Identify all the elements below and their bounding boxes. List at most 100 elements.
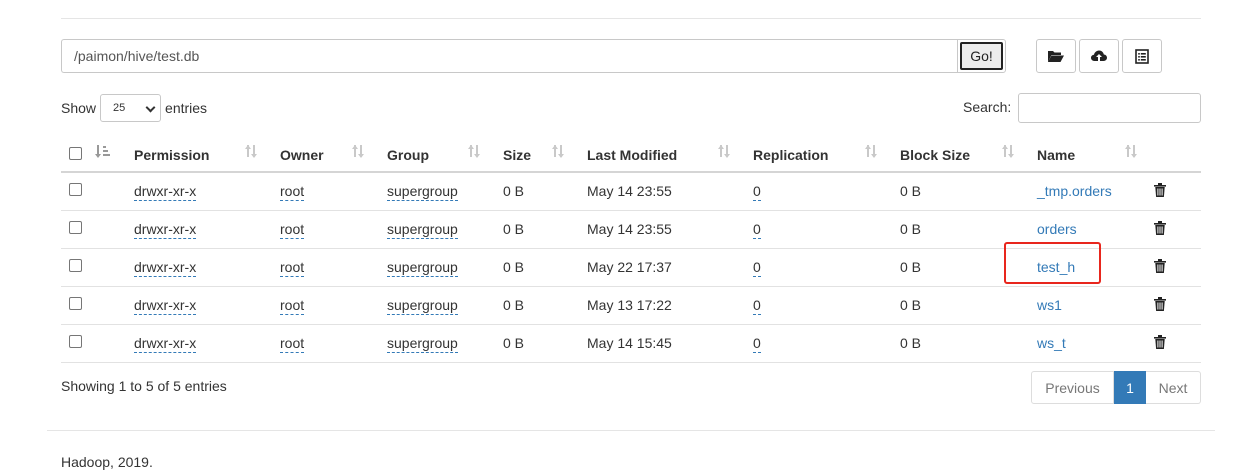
row-select-cell (61, 248, 90, 286)
row-select-cell (61, 324, 90, 362)
column-label: Group (387, 146, 429, 163)
chevron-down-icon (145, 102, 156, 113)
size-cell: 0 B (503, 259, 525, 275)
owner-link[interactable]: root (280, 297, 305, 315)
column-label: Name (1037, 146, 1076, 163)
group-link[interactable]: supergroup (387, 297, 458, 315)
replication-link[interactable]: 0 (753, 297, 761, 315)
cloud-upload-icon (1090, 49, 1108, 64)
owner-link[interactable]: root (280, 335, 305, 353)
file-name-link[interactable]: ws1 (1037, 297, 1062, 313)
page-title-fragment (330, 0, 348, 4)
sort-icon (551, 145, 565, 159)
trash-icon[interactable] (1154, 334, 1166, 352)
row-checkbox[interactable] (69, 335, 82, 348)
last-modified-cell: May 14 23:55 (587, 183, 672, 200)
permission-link[interactable]: drwxr-xr-x (134, 297, 197, 315)
group-cell: supergroup (375, 324, 491, 362)
go-button[interactable]: Go! (957, 39, 1006, 73)
divider (47, 430, 1215, 431)
column-permission[interactable]: Permission (122, 134, 268, 172)
permission-link[interactable]: drwxr-xr-x (134, 335, 197, 353)
row-spacer (90, 248, 122, 286)
row-checkbox[interactable] (69, 297, 82, 310)
group-cell: supergroup (375, 286, 491, 324)
trash-icon[interactable] (1154, 220, 1166, 238)
sort-icon (351, 145, 365, 159)
permission-link[interactable]: drwxr-xr-x (134, 259, 197, 277)
folder-open-icon (1047, 49, 1065, 63)
size-cell: 0 B (503, 335, 525, 351)
column-label: Last Modified (587, 146, 678, 163)
group-link[interactable]: supergroup (387, 221, 458, 239)
owner-link[interactable]: root (280, 259, 305, 277)
upload-files-button[interactable] (1079, 39, 1119, 73)
directory-path-input[interactable] (61, 39, 957, 73)
column-replication[interactable]: Replication (741, 134, 888, 172)
create-directory-button[interactable] (1036, 39, 1076, 73)
group-link[interactable]: supergroup (387, 259, 458, 277)
size-cell: 0 B (503, 297, 525, 313)
table-row: drwxr-xr-x root supergroup 0 B May 13 17:22 0… (61, 286, 1201, 324)
permission-cell: drwxr-xr-x (122, 324, 268, 362)
divider (61, 18, 1201, 19)
row-checkbox[interactable] (69, 259, 82, 272)
owner-link[interactable]: root (280, 183, 305, 202)
table-info: Showing 1 to 5 of 5 entries (61, 378, 227, 394)
select-all-checkbox[interactable] (69, 146, 82, 160)
column-last-modified[interactable]: Last Modified (575, 134, 741, 172)
permission-link[interactable]: drwxr-xr-x (134, 183, 197, 202)
trash-icon[interactable] (1154, 258, 1166, 276)
actions-column (1148, 134, 1201, 172)
list-alt-icon (1135, 48, 1149, 64)
pagination: Previous 1 Next (1031, 371, 1201, 404)
size-cell: 0 B (503, 221, 525, 237)
replication-link[interactable]: 0 (753, 183, 761, 202)
owner-link[interactable]: root (280, 221, 305, 239)
last-modified-cell: May 22 17:37 (587, 259, 672, 275)
delete-cell (1148, 324, 1201, 362)
file-name-link[interactable]: ws_t (1037, 335, 1066, 351)
size-cell: 0 B (503, 183, 525, 200)
column-group[interactable]: Group (375, 134, 491, 172)
page-length-select[interactable]: 25 (100, 94, 162, 122)
owner-cell: root (268, 172, 375, 210)
row-select-cell (61, 210, 90, 248)
sort-icon (244, 145, 258, 159)
previous-page-button[interactable]: Previous (1031, 371, 1114, 404)
trash-icon[interactable] (1154, 296, 1166, 314)
last-modified-cell: May 14 23:55 (587, 221, 672, 237)
permission-cell: drwxr-xr-x (122, 248, 268, 286)
cut-paste-button[interactable] (1122, 39, 1162, 73)
group-link[interactable]: supergroup (387, 335, 458, 353)
group-link[interactable]: supergroup (387, 183, 458, 202)
group-cell: supergroup (375, 210, 491, 248)
trash-icon[interactable] (1154, 182, 1166, 200)
replication-link[interactable]: 0 (753, 221, 761, 239)
page-1-button[interactable]: 1 (1114, 371, 1146, 404)
file-name-link[interactable]: orders (1037, 221, 1077, 237)
row-checkbox[interactable] (69, 221, 82, 234)
column-owner[interactable]: Owner (268, 134, 375, 172)
permission-link[interactable]: drwxr-xr-x (134, 221, 197, 239)
replication-cell: 0 (741, 210, 888, 248)
replication-link[interactable]: 0 (753, 335, 761, 353)
row-checkbox[interactable] (69, 183, 82, 197)
permission-cell: drwxr-xr-x (122, 286, 268, 324)
search-input[interactable] (1018, 93, 1201, 123)
replication-link[interactable]: 0 (753, 259, 761, 277)
replication-cell: 0 (741, 324, 888, 362)
row-spacer (90, 172, 122, 210)
search-label: Search: (963, 99, 1012, 115)
table-row: drwxr-xr-x root supergroup 0 B May 14 15:45 0… (61, 324, 1201, 362)
length-show-label: Show (61, 100, 97, 116)
next-page-button[interactable]: Next (1146, 371, 1201, 404)
length-entries-label: entries (165, 100, 208, 116)
column-block-size[interactable]: Block Size (888, 134, 1025, 172)
column-name[interactable]: Name (1025, 134, 1148, 172)
file-name-link[interactable]: _tmp.orders (1037, 183, 1112, 199)
column-size[interactable]: Size (491, 134, 575, 172)
name-cell: ws_t (1025, 324, 1148, 362)
permission-cell: drwxr-xr-x (122, 172, 268, 210)
sort-column[interactable] (90, 134, 122, 172)
